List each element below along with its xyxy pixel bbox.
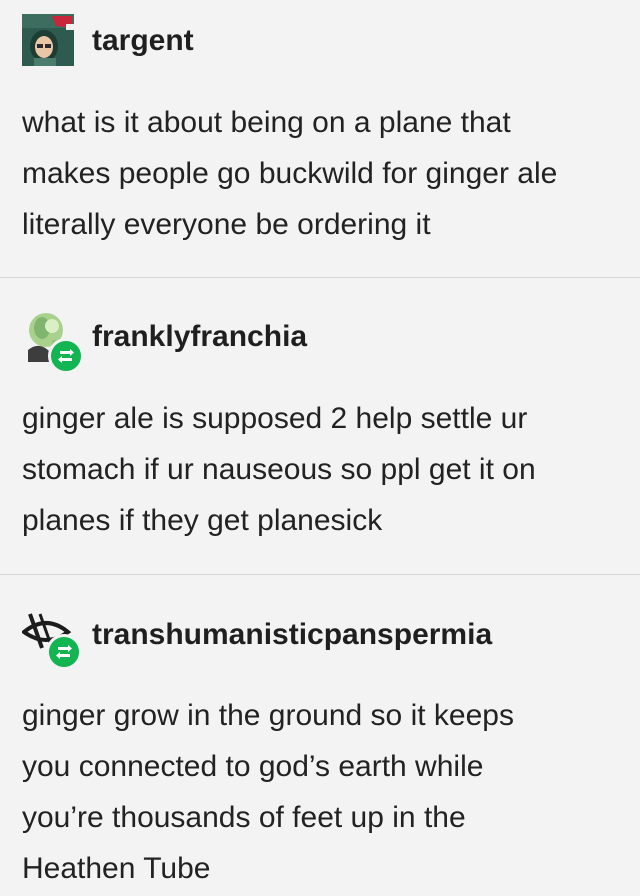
reblog-icon (46, 634, 82, 670)
body-line: what is it about being on a plane that (22, 106, 511, 139)
body-line: Heathen Tube (22, 852, 211, 885)
body-line: planes if they get planesick (22, 504, 383, 537)
username[interactable]: franklyfranchia (92, 320, 307, 354)
post-body: ginger ale is supposed 2 help settle ur … (22, 393, 640, 546)
post-divider (0, 277, 640, 278)
body-line: you connected to god’s earth while (22, 750, 484, 783)
body-line: makes people go buckwild for ginger ale (22, 157, 558, 190)
tumblr-thread: targent what is it about being on a plan… (0, 0, 640, 896)
body-line: you’re thousands of feet up in the (22, 801, 466, 834)
body-line: stomach if ur nauseous so ppl get it on (22, 453, 536, 486)
post-body: what is it about being on a plane that m… (22, 97, 640, 250)
avatar[interactable] (22, 14, 74, 66)
body-line: literally everyone be ordering it (22, 208, 431, 241)
post-body: ginger grow in the ground so it keeps yo… (22, 690, 640, 894)
body-line: ginger grow in the ground so it keeps (22, 699, 514, 732)
post-divider (0, 574, 640, 575)
username[interactable]: transhumanisticpanspermia (92, 618, 492, 652)
body-line: ginger ale is supposed 2 help settle ur (22, 402, 528, 435)
username[interactable]: targent (92, 24, 194, 58)
reblog-icon (48, 338, 84, 374)
